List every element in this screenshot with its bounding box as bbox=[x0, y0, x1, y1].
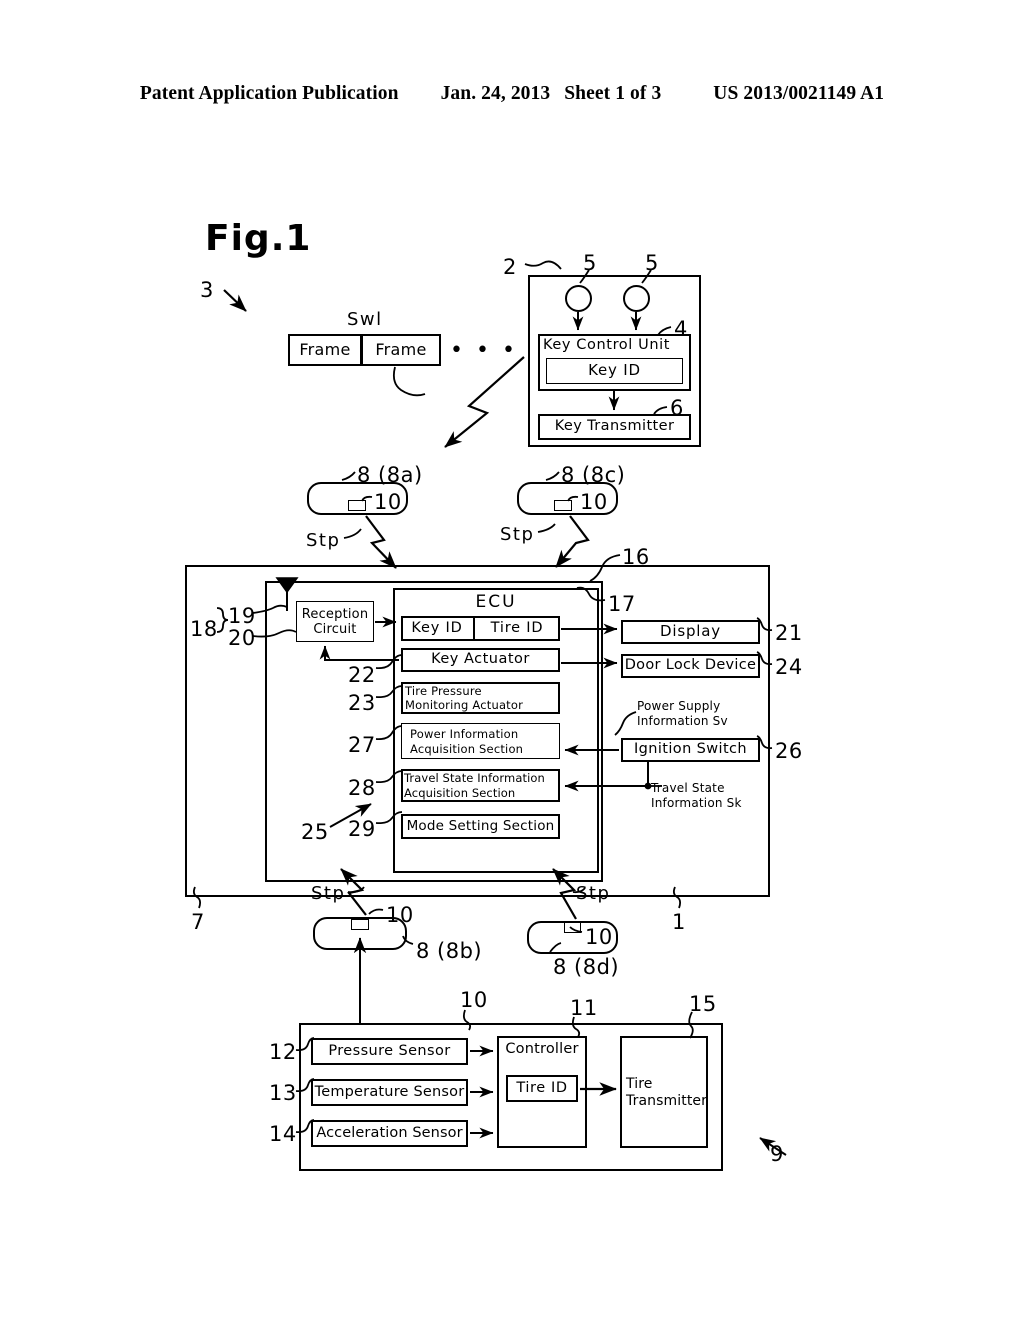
ecu-tire-pressure-actuator-label: Tire Pressure Monitoring Actuator bbox=[405, 684, 524, 712]
ref-17: 17 bbox=[608, 592, 636, 616]
reception-circuit-label: Reception Circuit bbox=[301, 606, 369, 637]
ref-9: 9 bbox=[770, 1142, 784, 1166]
ref-10-in-8a: 10 bbox=[374, 490, 402, 514]
ref-23: 23 bbox=[348, 691, 376, 715]
ecu-tire-id-label: Tire ID bbox=[490, 619, 544, 636]
sensor-tire-id-label: Tire ID bbox=[516, 1079, 568, 1096]
key-button-1[interactable] bbox=[565, 285, 592, 312]
ref-6: 6 bbox=[670, 396, 684, 420]
temperature-sensor-label: Temperature Sensor bbox=[314, 1083, 465, 1100]
tire-sensor-10-in-8d bbox=[564, 922, 581, 933]
ref-8a: 8 (8a) bbox=[357, 463, 423, 487]
controller-label: Controller bbox=[505, 1041, 579, 1058]
key-id-label: Key ID bbox=[588, 361, 641, 380]
ref-22: 22 bbox=[348, 663, 376, 687]
ref-2: 2 bbox=[503, 255, 517, 279]
stp-label-8a: Stp bbox=[306, 530, 341, 551]
ecu-title: ECU bbox=[475, 591, 517, 612]
figure-title: Fig.1 bbox=[205, 218, 312, 259]
ref-20: 20 bbox=[228, 626, 256, 650]
ref-8b: 8 (8b) bbox=[416, 939, 483, 963]
tire-transmitter-label: Tire Transmitter bbox=[626, 1076, 707, 1109]
header-sheet: Sheet 1 of 3 bbox=[564, 83, 662, 104]
ref-8d: 8 (8d) bbox=[553, 955, 620, 979]
ref-5-left: 5 bbox=[583, 251, 597, 275]
ref-4: 4 bbox=[674, 317, 688, 341]
door-lock-device-label: Door Lock Device bbox=[624, 657, 757, 674]
ref-12: 12 bbox=[269, 1040, 297, 1064]
ref-26: 26 bbox=[775, 739, 803, 763]
ref-24: 24 bbox=[775, 655, 803, 679]
tire-sensor-10-in-8c bbox=[554, 500, 572, 511]
frame-label-1: Frame bbox=[299, 339, 351, 359]
header-date: Jan. 24, 2013 bbox=[440, 83, 551, 104]
key-button-2[interactable] bbox=[623, 285, 650, 312]
ref-11: 11 bbox=[570, 996, 598, 1020]
ref-10-in-8c: 10 bbox=[580, 490, 608, 514]
ref-8c: 8 (8c) bbox=[561, 463, 626, 487]
ref-3: 3 bbox=[200, 278, 214, 302]
patent-figure-page: Patent Application Publication Jan. 24, … bbox=[0, 0, 1024, 1320]
pressure-sensor-label: Pressure Sensor bbox=[328, 1042, 451, 1059]
ref-14: 14 bbox=[269, 1122, 297, 1146]
ref-1: 1 bbox=[672, 910, 686, 934]
ref-19: 19 bbox=[228, 604, 256, 628]
stp-label-8c: Stp bbox=[500, 524, 535, 545]
ecu-travel-state-label: Travel State Information Acquisition Sec… bbox=[404, 771, 545, 800]
ref-25: 25 bbox=[301, 820, 329, 844]
ignition-switch-label: Ignition Switch bbox=[633, 741, 748, 758]
ref-27: 27 bbox=[348, 733, 376, 757]
ref-7: 7 bbox=[191, 910, 205, 934]
ref-10-in-8b: 10 bbox=[386, 903, 414, 927]
header-patent-number: US 2013/0021149 A1 bbox=[713, 83, 885, 104]
ref-10-module: 10 bbox=[460, 988, 488, 1012]
ref-18: 18 bbox=[190, 617, 218, 641]
stp-label-8d: Stp bbox=[576, 883, 611, 904]
frame-ellipsis: • • • bbox=[450, 338, 518, 363]
acceleration-sensor-label: Acceleration Sensor bbox=[316, 1124, 463, 1141]
ref-10-in-8d: 10 bbox=[585, 925, 613, 949]
key-transmitter-label: Key Transmitter bbox=[554, 418, 675, 435]
page-header: Patent Application Publication Jan. 24, … bbox=[0, 83, 1024, 105]
ref-21: 21 bbox=[775, 621, 803, 645]
tire-sensor-10-in-8a bbox=[348, 500, 366, 511]
travel-state-information-label: Travel State Information Sk bbox=[651, 781, 742, 810]
header-publication: Patent Application Publication bbox=[139, 83, 399, 104]
tire-sensor-10-in-8b bbox=[351, 919, 369, 930]
ecu-key-actuator-label: Key Actuator bbox=[431, 651, 530, 668]
ref-29: 29 bbox=[348, 817, 376, 841]
ref-13: 13 bbox=[269, 1081, 297, 1105]
stp-label-8b: Stp bbox=[311, 883, 346, 904]
signal-label-swl: Swl bbox=[347, 309, 383, 330]
ref-15: 15 bbox=[689, 992, 717, 1016]
key-control-unit-label: Key Control Unit bbox=[543, 337, 671, 353]
ref-16: 16 bbox=[622, 545, 650, 569]
ref-28: 28 bbox=[348, 776, 376, 800]
ecu-mode-setting-label: Mode Setting Section bbox=[406, 818, 555, 835]
frame-label-2: Frame bbox=[375, 339, 427, 359]
ecu-key-id-label: Key ID bbox=[411, 619, 463, 636]
ref-5-right: 5 bbox=[645, 251, 659, 275]
power-supply-information-label: Power Supply Information Sv bbox=[637, 699, 728, 728]
ecu-power-info-label: Power Information Acquisition Section bbox=[410, 727, 524, 756]
display-label: Display bbox=[660, 622, 721, 641]
